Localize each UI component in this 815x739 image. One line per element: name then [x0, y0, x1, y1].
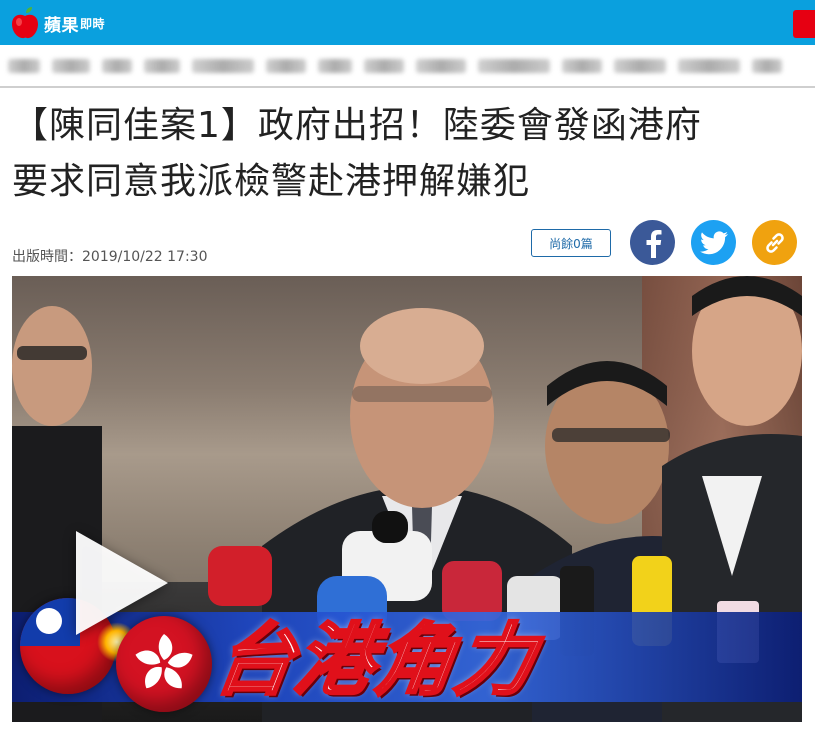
nav-item[interactable]	[144, 59, 180, 73]
article-title-line1: 【陳同佳案1】政府出招！陸委會發函港府	[12, 105, 702, 146]
publish-time: 出版時間：2019/10/22 17:30	[12, 246, 208, 266]
facebook-icon	[646, 229, 661, 258]
copy-link-button[interactable]	[752, 220, 797, 265]
nav-item[interactable]	[614, 59, 666, 73]
nav-item[interactable]	[52, 59, 90, 73]
category-nav	[0, 52, 815, 80]
nav-item[interactable]	[192, 59, 254, 73]
menu-button[interactable]	[793, 10, 815, 38]
twitter-share-button[interactable]	[691, 220, 736, 265]
nav-item[interactable]	[266, 59, 306, 73]
apple-logo-icon	[12, 7, 38, 39]
apple-daily-logo[interactable]: 蘋果 即時	[10, 6, 105, 40]
nav-item[interactable]	[562, 59, 602, 73]
nav-item[interactable]	[8, 59, 40, 73]
nav-item[interactable]	[478, 59, 550, 73]
nav-item[interactable]	[102, 59, 132, 73]
facebook-share-button[interactable]	[630, 220, 675, 265]
publish-time-label: 出版時間：	[12, 249, 82, 265]
play-icon[interactable]	[76, 531, 168, 635]
article-title: 【陳同佳案1】政府出招！陸委會發函港府 要求同意我派檢警赴港押解嫌犯	[12, 98, 802, 210]
nav-item[interactable]	[678, 59, 740, 73]
remaining-articles-button[interactable]: 尚餘0篇	[531, 229, 611, 257]
video-banner-title: 台港角力	[208, 615, 544, 708]
nav-item[interactable]	[364, 59, 404, 73]
brand-name: 蘋果	[44, 15, 79, 36]
nav-divider	[0, 86, 815, 88]
nav-item[interactable]	[752, 59, 782, 73]
brand-sub: 即時	[80, 16, 106, 31]
article-title-line2: 要求同意我派檢警赴港押解嫌犯	[12, 161, 531, 202]
twitter-icon	[699, 230, 728, 254]
nav-item[interactable]	[416, 59, 466, 73]
video-thumbnail[interactable]: 台港角力	[12, 276, 802, 722]
nav-item[interactable]	[318, 59, 352, 73]
link-icon	[765, 232, 784, 253]
top-header-bar: 蘋果 即時	[0, 0, 815, 45]
publish-time-value: 2019/10/22 17:30	[82, 249, 208, 265]
